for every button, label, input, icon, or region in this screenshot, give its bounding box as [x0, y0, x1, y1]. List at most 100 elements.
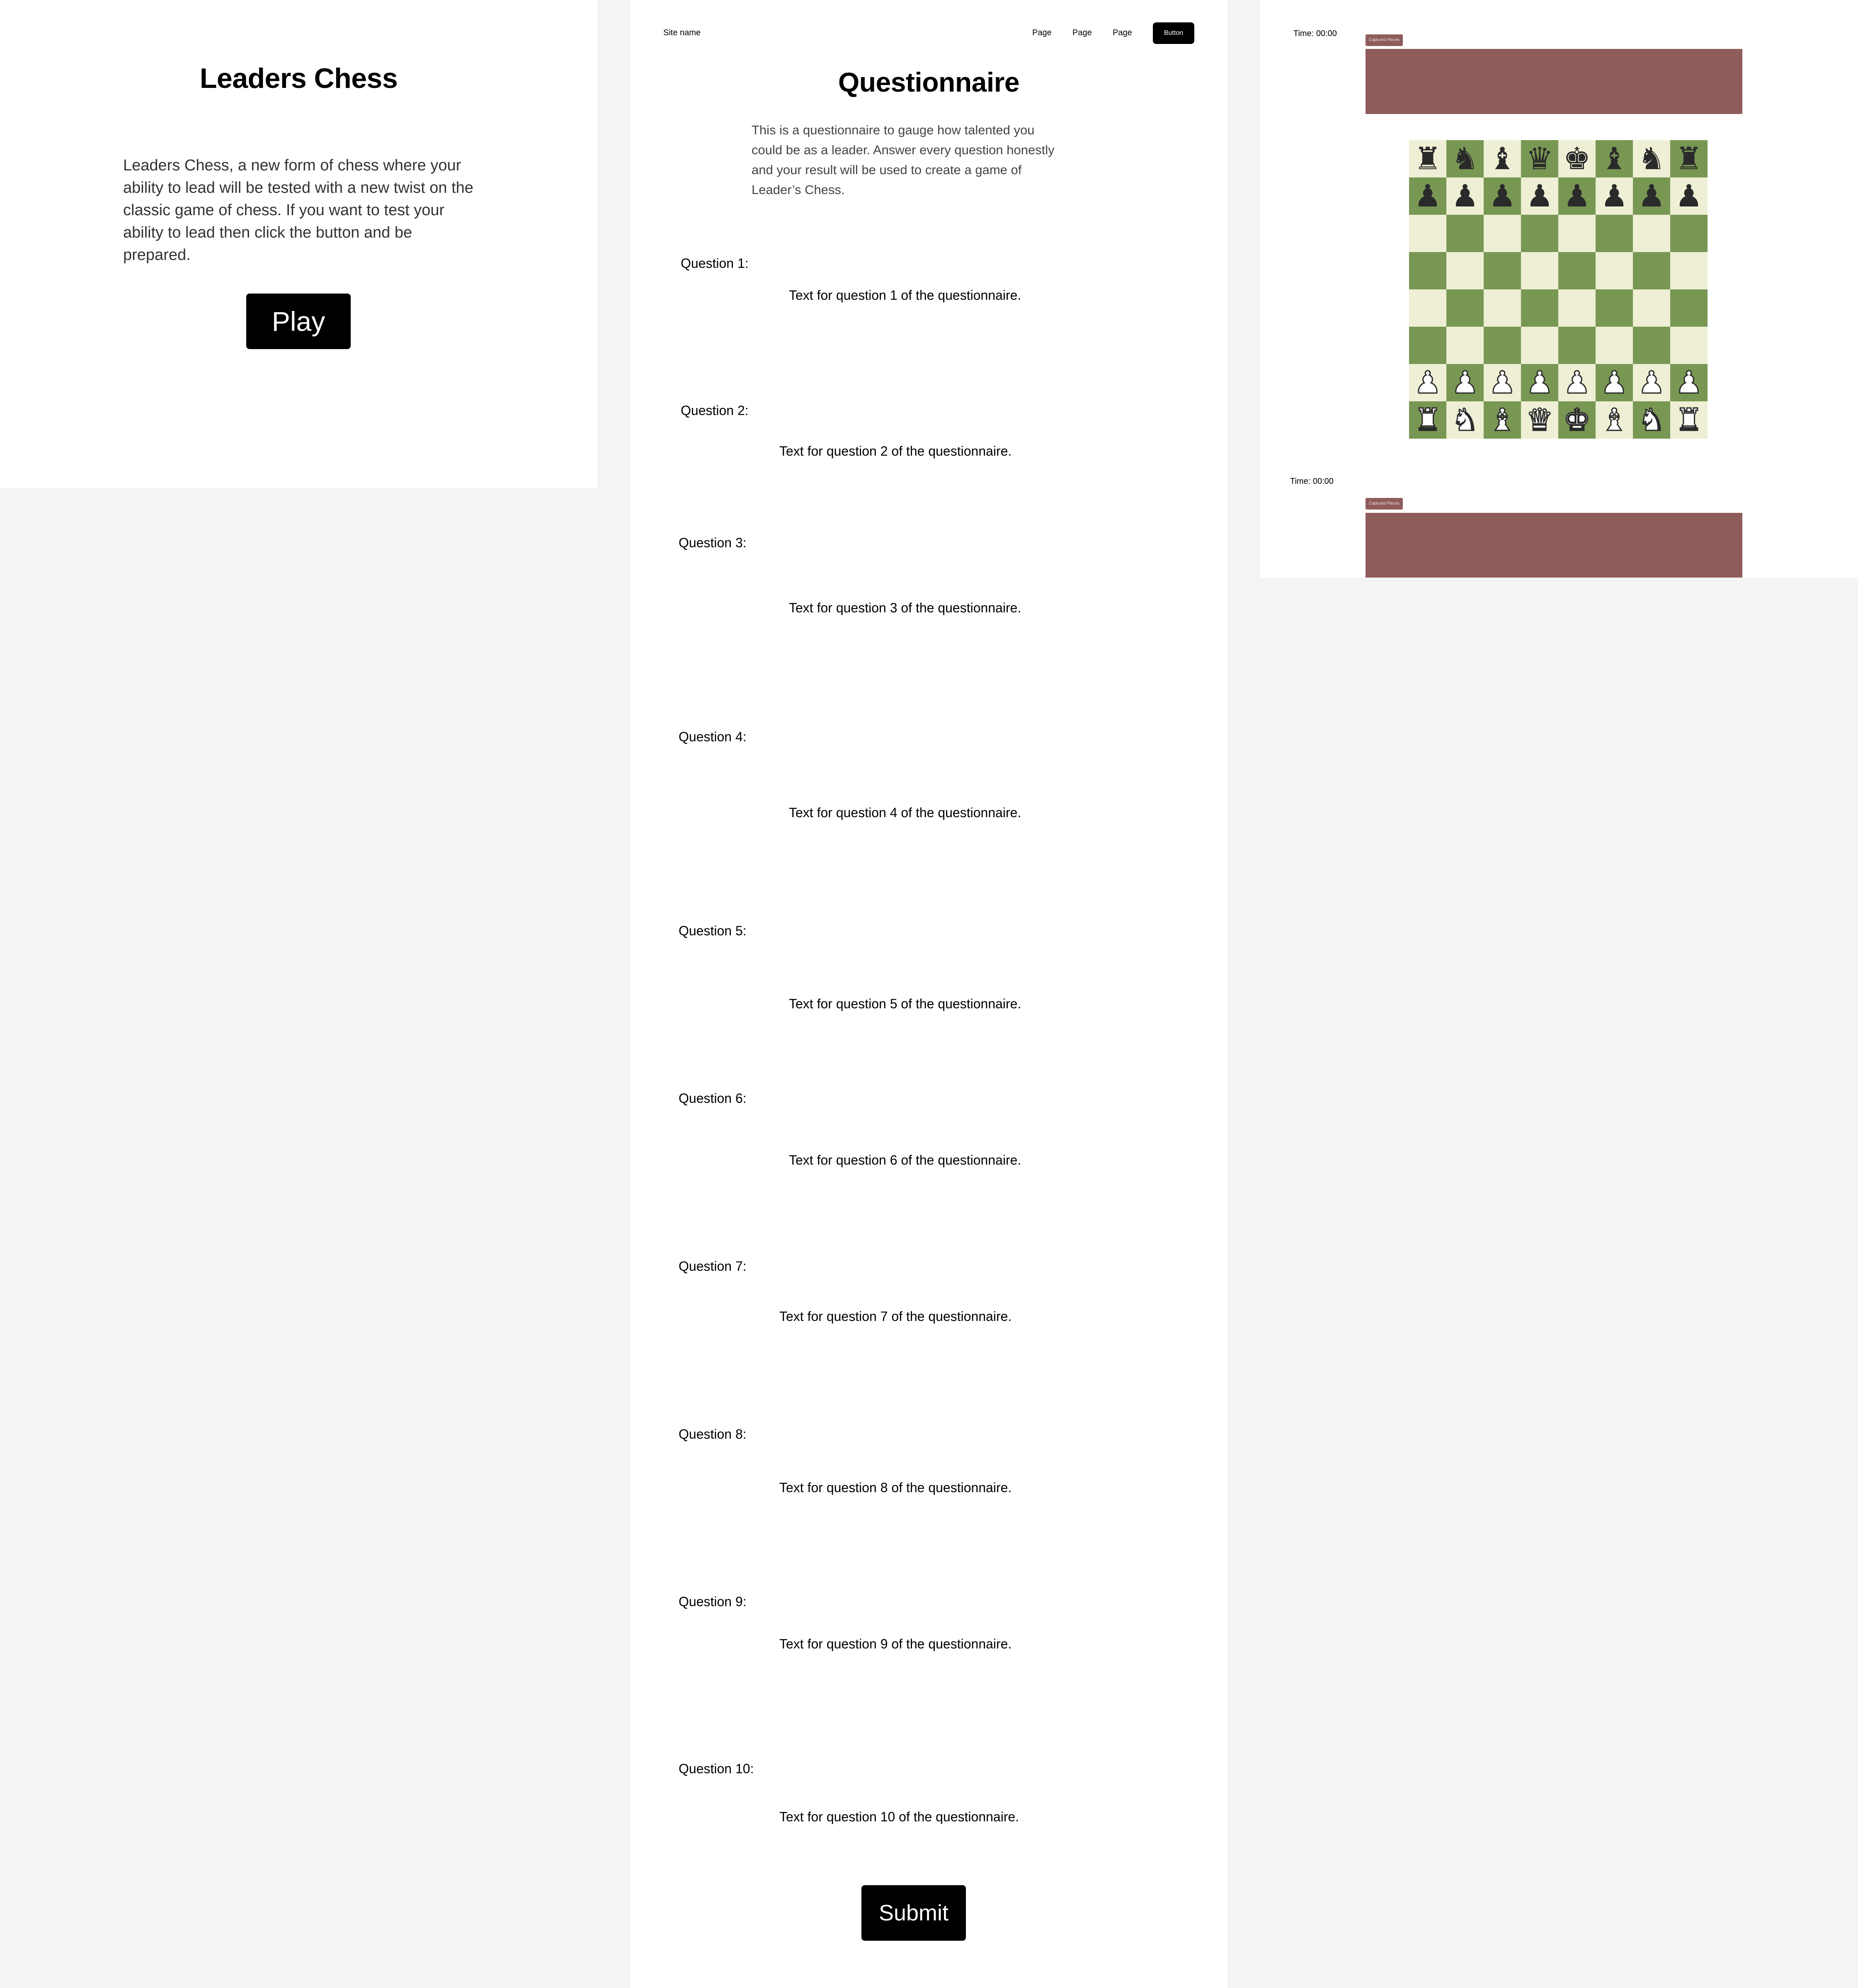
white-pawn-icon[interactable]: ♟: [1488, 364, 1516, 401]
chess-board[interactable]: ♜ ♞ ♝ ♛ ♚ ♝ ♞ ♜ ♟ ♟ ♟ ♟ ♟ ♟ ♟ ♟ ♟ ♟ ♟ ♟ ♟ ♟ ♟ ♟ ♜ ♞ ♝ ♛ ♚ ♝ ♞ ♜: [1409, 140, 1708, 439]
black-rook-icon[interactable]: ♜: [1414, 140, 1441, 177]
board-square-a5[interactable]: [1409, 252, 1446, 289]
board-square-b5[interactable]: [1446, 252, 1484, 289]
white-rook-icon[interactable]: ♜: [1413, 401, 1442, 439]
board-square-e6[interactable]: [1558, 215, 1596, 252]
white-pawn-icon[interactable]: ♟: [1562, 364, 1591, 401]
board-square-a1[interactable]: ♜: [1409, 401, 1446, 439]
board-square-d8[interactable]: ♛: [1521, 140, 1558, 177]
black-pawn-icon[interactable]: ♟: [1489, 177, 1516, 215]
white-queen-icon[interactable]: ♛: [1525, 401, 1554, 439]
black-bishop-icon[interactable]: ♝: [1601, 140, 1628, 177]
black-queen-icon[interactable]: ♛: [1526, 140, 1553, 177]
board-square-c5[interactable]: [1484, 252, 1521, 289]
board-square-c3[interactable]: [1484, 327, 1521, 364]
board-square-e5[interactable]: [1558, 252, 1596, 289]
board-square-h7[interactable]: ♟: [1670, 177, 1708, 215]
board-square-h5[interactable]: [1670, 252, 1708, 289]
board-square-d4[interactable]: [1521, 289, 1558, 327]
board-square-b8[interactable]: ♞: [1446, 140, 1484, 177]
board-square-d5[interactable]: [1521, 252, 1558, 289]
board-square-b4[interactable]: [1446, 289, 1484, 327]
board-square-f5[interactable]: [1596, 252, 1633, 289]
board-square-h8[interactable]: ♜: [1670, 140, 1708, 177]
black-pawn-icon[interactable]: ♟: [1526, 177, 1553, 215]
black-pawn-icon[interactable]: ♟: [1414, 177, 1441, 215]
board-square-a2[interactable]: ♟: [1409, 364, 1446, 401]
board-square-e3[interactable]: [1558, 327, 1596, 364]
black-knight-icon[interactable]: ♞: [1638, 140, 1665, 177]
board-square-e2[interactable]: ♟: [1558, 364, 1596, 401]
black-pawn-icon[interactable]: ♟: [1601, 177, 1628, 215]
black-king-icon[interactable]: ♚: [1563, 140, 1591, 177]
board-square-f2[interactable]: ♟: [1596, 364, 1633, 401]
board-square-h3[interactable]: [1670, 327, 1708, 364]
black-pawn-icon[interactable]: ♟: [1563, 177, 1591, 215]
board-square-e7[interactable]: ♟: [1558, 177, 1596, 215]
submit-button[interactable]: Submit: [861, 1885, 966, 1941]
board-square-b2[interactable]: ♟: [1446, 364, 1484, 401]
board-square-b7[interactable]: ♟: [1446, 177, 1484, 215]
white-knight-icon[interactable]: ♞: [1451, 401, 1479, 439]
white-pawn-icon[interactable]: ♟: [1413, 364, 1442, 401]
board-square-f7[interactable]: ♟: [1596, 177, 1633, 215]
play-button[interactable]: Play: [246, 294, 351, 349]
board-square-f6[interactable]: [1596, 215, 1633, 252]
white-pawn-icon[interactable]: ♟: [1674, 364, 1703, 401]
board-square-b6[interactable]: [1446, 215, 1484, 252]
board-square-d2[interactable]: ♟: [1521, 364, 1558, 401]
board-square-g8[interactable]: ♞: [1633, 140, 1670, 177]
nav-link-page-1[interactable]: Page: [1032, 28, 1052, 38]
board-square-g3[interactable]: [1633, 327, 1670, 364]
board-square-g2[interactable]: ♟: [1633, 364, 1670, 401]
board-square-g1[interactable]: ♞: [1633, 401, 1670, 439]
board-square-e1[interactable]: ♚: [1558, 401, 1596, 439]
board-square-d6[interactable]: [1521, 215, 1558, 252]
board-square-h2[interactable]: ♟: [1670, 364, 1708, 401]
white-bishop-icon[interactable]: ♝: [1488, 401, 1516, 439]
board-square-f8[interactable]: ♝: [1596, 140, 1633, 177]
board-square-h6[interactable]: [1670, 215, 1708, 252]
board-square-a6[interactable]: [1409, 215, 1446, 252]
board-square-g5[interactable]: [1633, 252, 1670, 289]
nav-button[interactable]: Button: [1153, 22, 1194, 44]
board-square-c8[interactable]: ♝: [1484, 140, 1521, 177]
board-square-a7[interactable]: ♟: [1409, 177, 1446, 215]
black-pawn-icon[interactable]: ♟: [1675, 177, 1703, 215]
board-square-d3[interactable]: [1521, 327, 1558, 364]
board-square-e4[interactable]: [1558, 289, 1596, 327]
board-square-c1[interactable]: ♝: [1484, 401, 1521, 439]
white-knight-icon[interactable]: ♞: [1637, 401, 1666, 439]
black-knight-icon[interactable]: ♞: [1451, 140, 1479, 177]
board-square-b1[interactable]: ♞: [1446, 401, 1484, 439]
white-pawn-icon[interactable]: ♟: [1451, 364, 1479, 401]
board-square-d7[interactable]: ♟: [1521, 177, 1558, 215]
black-bishop-icon[interactable]: ♝: [1489, 140, 1516, 177]
white-pawn-icon[interactable]: ♟: [1600, 364, 1628, 401]
board-square-c4[interactable]: [1484, 289, 1521, 327]
board-square-f3[interactable]: [1596, 327, 1633, 364]
white-pawn-icon[interactable]: ♟: [1525, 364, 1554, 401]
board-square-c2[interactable]: ♟: [1484, 364, 1521, 401]
white-king-icon[interactable]: ♚: [1562, 401, 1591, 439]
nav-link-page-2[interactable]: Page: [1072, 28, 1092, 38]
white-pawn-icon[interactable]: ♟: [1637, 364, 1666, 401]
board-square-a3[interactable]: [1409, 327, 1446, 364]
white-rook-icon[interactable]: ♜: [1674, 401, 1703, 439]
board-square-f1[interactable]: ♝: [1596, 401, 1633, 439]
board-square-g4[interactable]: [1633, 289, 1670, 327]
board-square-g7[interactable]: ♟: [1633, 177, 1670, 215]
board-square-f4[interactable]: [1596, 289, 1633, 327]
board-square-b3[interactable]: [1446, 327, 1484, 364]
board-square-d1[interactable]: ♛: [1521, 401, 1558, 439]
board-square-a4[interactable]: [1409, 289, 1446, 327]
board-square-c6[interactable]: [1484, 215, 1521, 252]
board-square-e8[interactable]: ♚: [1558, 140, 1596, 177]
black-pawn-icon[interactable]: ♟: [1451, 177, 1479, 215]
black-pawn-icon[interactable]: ♟: [1638, 177, 1665, 215]
white-bishop-icon[interactable]: ♝: [1600, 401, 1628, 439]
black-rook-icon[interactable]: ♜: [1675, 140, 1703, 177]
board-square-h4[interactable]: [1670, 289, 1708, 327]
board-square-g6[interactable]: [1633, 215, 1670, 252]
board-square-a8[interactable]: ♜: [1409, 140, 1446, 177]
